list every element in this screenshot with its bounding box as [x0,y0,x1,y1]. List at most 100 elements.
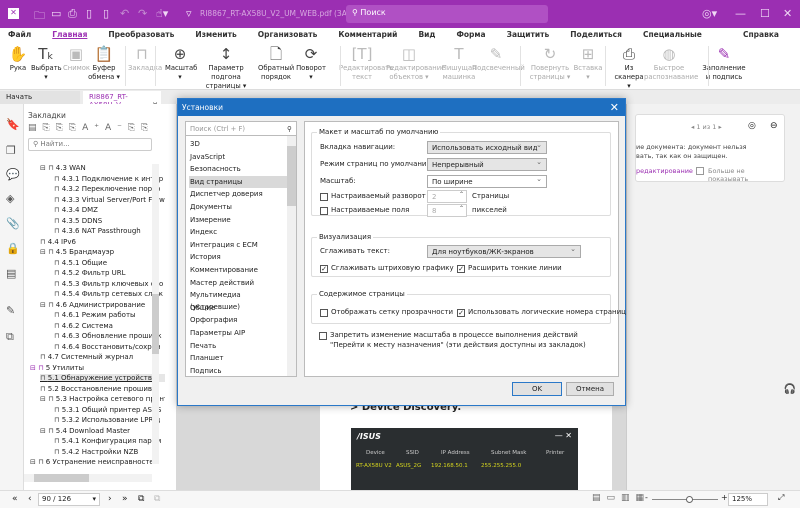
collapse-icon[interactable]: ⊖ [770,121,778,131]
redo-icon[interactable]: ↷ [138,7,147,20]
next-view-icon[interactable]: ⧉ [154,494,160,504]
menu-0[interactable]: Файл [8,28,31,42]
ribbon-button-9[interactable]: [T] Редактировать текст [339,44,393,82]
ribbon-button-3[interactable]: 📋 Буфер обмена ▾ [87,44,121,82]
signature-panel-icon[interactable]: ✎ [6,304,15,317]
bookmark-item[interactable]: ⊓ 4.6.2 Система [54,322,179,330]
category-scrollbar[interactable] [287,136,296,376]
zoom-slider[interactable] [652,496,718,503]
bookmark-item[interactable]: ⊟ ⊓ 5.4 Download Master [40,427,165,435]
enable-editing-link[interactable]: редактирование [636,167,693,175]
custom-spread-checkbox[interactable] [320,193,328,201]
bookmark-item[interactable]: ⊓ 4.3.2 Переключение порто [54,185,179,193]
horizontal-scrollbar[interactable] [24,474,152,482]
bookmark-search-input[interactable]: ⚲ Найти... [28,138,152,151]
customize-icon[interactable]: ▿ [186,7,192,20]
category-item[interactable]: Подпись [189,365,287,377]
bookmark-item[interactable]: ⊓ 4.4 IPv6 [40,238,165,246]
bookmark-item[interactable]: ⊓ 4.5.1 Общие [54,259,179,267]
last-page-icon[interactable]: » [122,494,128,504]
category-item[interactable]: Индекс [189,226,287,238]
transparency-grid-checkbox[interactable] [320,309,328,317]
menu-2[interactable]: Преобразовать [108,28,174,42]
category-item[interactable]: JavaScript [189,151,287,163]
menu-3[interactable]: Изменить [195,28,236,42]
bookmark-item[interactable]: ⊓ 5.4.2 Настройки NZB [54,448,179,456]
dialog-close-icon[interactable]: ✕ [610,101,619,114]
menu-8[interactable]: Защитить [507,28,550,42]
account-icon[interactable]: ◎▾ [702,7,717,20]
ribbon-button-4[interactable]: ⊓ Закладка [128,44,162,73]
category-item[interactable]: Измерение [189,214,287,226]
category-item[interactable]: 3D [189,138,287,150]
bookmark-scrollbar[interactable] [152,164,159,464]
bookmark-item[interactable]: ⊓ 5.2 Восстановление прошивк [40,385,165,393]
fullscreen-icon[interactable]: ⤢ [778,493,784,503]
create-icon[interactable]: ▯ [103,7,109,20]
bookmark-item[interactable]: ⊓ 5.4.1 Конфигурация парам [54,437,179,445]
bookmark-item[interactable]: ⊟ ⊓ 5 Утилиты [30,364,155,372]
settings-icon[interactable]: ◎ [748,121,756,131]
bookmark-item[interactable]: ⊓ 4.3.5 DDNS [54,217,179,225]
ribbon-button-15[interactable]: ⎙ Из сканера ▾ [612,44,646,91]
menu-5[interactable]: Комментарий [338,28,397,42]
bookmark-item[interactable]: ⊓ 4.7 Системный журнал [40,353,165,361]
ribbon-button-6[interactable]: ↕ Параметр подгона страницы ▾ [200,44,252,91]
menu-4[interactable]: Организовать [258,28,318,42]
maximize-icon[interactable]: ☐ [760,7,770,20]
new-doc-icon[interactable]: ▯ [86,7,92,20]
bookmark-item[interactable]: ⊟ ⊓ 4.6 Администрирование [40,301,165,309]
tab-start[interactable]: Начать [0,91,80,104]
page-number-input[interactable]: 90 / 126 ▾ [38,493,100,506]
bookmark-item[interactable]: ⊓ 4.3.1 Подключение к интер [54,175,179,183]
save-icon[interactable]: ▭ [51,7,61,20]
bookmark-item[interactable]: ⊓ 4.6.4 Восстановить/сохран [54,343,179,351]
ribbon-button-10[interactable]: ◫ Редактирование объектов ▾ [386,44,445,82]
bookmark-item[interactable]: ⊟ ⊓ 6 Устранение неисправностей [30,458,155,466]
zoom-slider-thumb[interactable] [686,496,693,503]
nav-tab-select[interactable]: Использовать исходный вид [427,141,547,154]
menu-7[interactable]: Форма [456,28,485,42]
bookmark-item[interactable]: ⊓ 5.1 Обнаружение устройства [40,374,165,382]
bookmark-item[interactable]: ⊓ 4.6.1 Режим работы [54,311,179,319]
bookmark-item[interactable]: ⊓ 5.3.2 Использование LPR д [54,416,179,424]
ribbon-button-5[interactable]: ⊕ Масштаб ▾ [165,44,197,82]
category-item[interactable]: Безопасность [189,163,287,175]
cancel-button[interactable]: Отмена [566,382,614,396]
ribbon-button-13[interactable]: ↻ Повернуть страницы ▾ [528,44,572,82]
search-box[interactable]: ⚲ Поиск [346,5,548,23]
layers-panel-icon[interactable]: ◈ [6,192,14,205]
zoom-in-icon[interactable]: + [721,493,728,502]
category-item[interactable]: История [189,251,287,263]
bookmark-item[interactable]: ⊓ 5.3.1 Общий принтер ASUS [54,406,179,414]
open-icon[interactable]: 🗀 [34,7,45,26]
pdf-panel-icon[interactable]: ▤ [6,267,16,280]
custom-margins-checkbox[interactable] [320,207,328,215]
prevent-zoom-checkbox[interactable] [319,332,327,340]
category-item[interactable]: Документы [189,201,287,213]
ribbon-button-2[interactable]: ▣ Снимок [63,44,90,73]
menu-9[interactable]: Поделиться [570,28,622,42]
bookmark-item[interactable]: ⊟ ⊓ 4.5 Брандмауэр [40,248,165,256]
category-item[interactable]: Мультимедиа (устаревшие) [189,289,287,311]
bookmark-item[interactable]: ⊓ 4.3.4 DMZ [54,206,179,214]
compare-panel-icon[interactable]: ⧉ [6,330,14,344]
smooth-text-select[interactable]: Для ноутбуков/ЖК-экранов [427,245,581,258]
page-layout-icons[interactable]: ▤▭▥▦ [592,493,650,503]
prev-view-icon[interactable]: ⧉ [138,494,144,504]
attachments-panel-icon[interactable]: 📎 [6,217,20,230]
bookmark-item[interactable]: ⊓ 4.6.3 Обновление прошивк [54,332,179,340]
ribbon-button-1[interactable]: Tₖ Выбрать ▾ [31,44,62,82]
category-item[interactable]: Общие [189,302,287,314]
undo-icon[interactable]: ↶ [120,7,129,20]
next-page-icon[interactable]: › [108,494,112,504]
tab-document[interactable]: RI8867_RT-AX58U_V...✕ [83,91,161,109]
smooth-line-art-checkbox[interactable]: ✓ [320,265,328,273]
zoom-select[interactable]: По ширине [427,175,547,188]
menu-10[interactable]: Специальные возможности [643,28,722,53]
category-item[interactable]: Печать [189,340,287,352]
ribbon-button-16[interactable]: ◍ Быстрое распознавание [644,44,698,82]
menu-1[interactable]: Главная [52,28,87,42]
ribbon-button-12[interactable]: ✎ Подсвеченный [472,44,525,73]
first-page-icon[interactable]: « [12,494,18,504]
